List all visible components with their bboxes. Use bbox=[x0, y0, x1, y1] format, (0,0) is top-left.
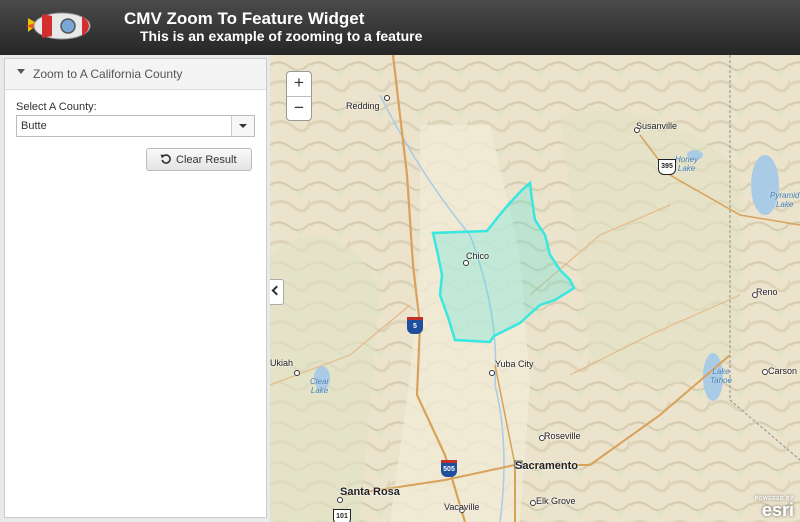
city-label-vacaville: Vacaville bbox=[444, 502, 480, 512]
city-label-susanville: Susanville bbox=[636, 121, 678, 131]
county-select-value: Butte bbox=[21, 120, 47, 132]
rocket-logo-icon bbox=[26, 12, 91, 40]
basemap bbox=[270, 55, 800, 522]
city-label-redding: Redding bbox=[346, 101, 380, 111]
widget-title: Zoom to A California County bbox=[33, 67, 183, 81]
clear-result-button[interactable]: Clear Result bbox=[146, 148, 252, 171]
app-header: CMV Zoom To Feature Widget This is an ex… bbox=[0, 0, 800, 55]
city-label-ukiah: Ukiah bbox=[270, 358, 294, 368]
city-label-yuba-city: Yuba City bbox=[495, 359, 534, 369]
interstate-505-shield: 505 bbox=[441, 460, 457, 477]
collapse-sidebar-chevron-icon[interactable] bbox=[270, 279, 284, 305]
county-select[interactable]: Butte bbox=[16, 115, 255, 137]
app-subtitle: This is an example of zooming to a featu… bbox=[140, 28, 423, 44]
zoom-control: + − bbox=[286, 71, 312, 121]
city-label-roseville: Roseville bbox=[544, 431, 581, 441]
collapse-caret-icon bbox=[17, 69, 25, 74]
esri-attribution-logo: POWERED BY esri bbox=[754, 496, 794, 520]
county-select-label: Select A County: bbox=[16, 101, 97, 113]
us-395-shield: 395 bbox=[658, 159, 676, 175]
water-label-lake-tahoe: Lake Tahoe bbox=[710, 367, 732, 385]
city-label-chico: Chico bbox=[466, 251, 490, 261]
zoom-out-button[interactable]: − bbox=[287, 97, 311, 121]
undo-icon bbox=[160, 154, 171, 164]
city-label-santa-rosa: Santa Rosa bbox=[340, 486, 400, 498]
city-label-sacramento: Sacramento bbox=[515, 460, 578, 472]
city-label-elk-grove: Elk Grove bbox=[536, 496, 576, 506]
interstate-5-shield: 5 bbox=[407, 317, 423, 334]
sidebar: Zoom to A California County Select A Cou… bbox=[0, 55, 270, 522]
city-label-reno: Reno bbox=[756, 287, 778, 297]
zoom-widget-pane: Zoom to A California County Select A Cou… bbox=[4, 58, 267, 518]
water-label-pyramid-lake: Pyramid Lake bbox=[770, 191, 800, 209]
water-label-clear-lake: Clear Lake bbox=[310, 377, 330, 395]
app-title: CMV Zoom To Feature Widget bbox=[124, 9, 365, 28]
city-label-carson: Carson bbox=[768, 366, 798, 376]
widget-title-bar[interactable]: Zoom to A California County bbox=[5, 59, 266, 90]
zoom-in-button[interactable]: + bbox=[287, 72, 311, 97]
clear-result-label: Clear Result bbox=[176, 154, 237, 166]
water-label-honey-lake: Honey Lake bbox=[675, 155, 699, 173]
dropdown-arrow-icon[interactable] bbox=[231, 116, 254, 136]
us-101-shield: 101 bbox=[333, 509, 351, 522]
map-view[interactable]: Redding Susanville Chico Reno Ukiah Yuba… bbox=[270, 55, 800, 522]
